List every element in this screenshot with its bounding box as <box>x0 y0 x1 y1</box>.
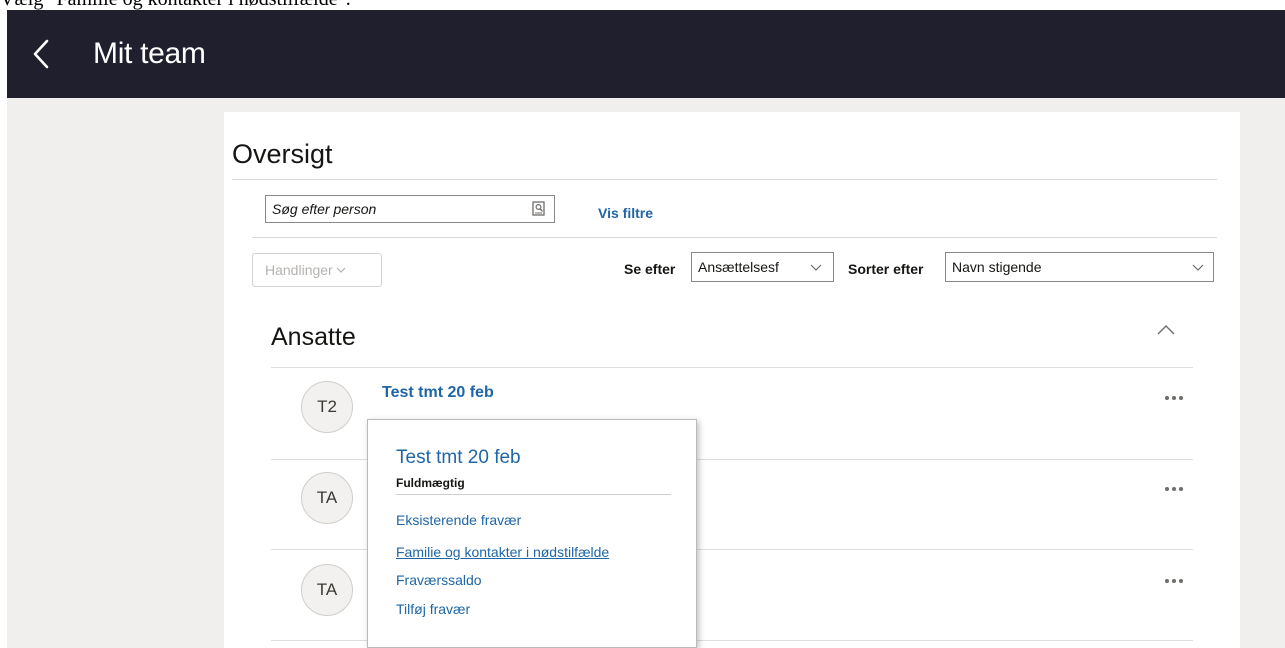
actions-label: Handlinger <box>265 262 333 278</box>
row-divider <box>271 367 1193 368</box>
more-options-icon[interactable] <box>1164 578 1186 584</box>
divider <box>232 179 1217 180</box>
sort-label: Sorter efter <box>848 261 924 277</box>
popup-person-name[interactable]: Test tmt 20 feb <box>396 447 521 469</box>
avatar[interactable]: T2 <box>301 381 353 433</box>
view-label: Se efter <box>624 261 676 277</box>
chevron-down-icon <box>810 264 822 271</box>
avatar[interactable]: TA <box>301 472 353 524</box>
divider <box>252 237 1217 238</box>
chevron-down-icon <box>336 267 346 273</box>
show-filters-link[interactable]: Vis filtre <box>598 205 653 221</box>
family-emergency-contacts-link[interactable]: Familie og kontakter i nødstilfælde <box>396 544 609 560</box>
search-input[interactable] <box>272 199 522 219</box>
existing-absence-link[interactable]: Eksisterende fravær <box>396 512 521 528</box>
sort-select[interactable]: Navn stigende <box>945 252 1214 282</box>
overview-title: Oversigt <box>232 139 333 169</box>
person-popup: Test tmt 20 feb Fuldmægtig Eksisterende … <box>367 419 697 648</box>
absence-balance-link[interactable]: Fraværssaldo <box>396 572 482 588</box>
search-field[interactable] <box>265 195 555 223</box>
more-options-icon[interactable] <box>1164 395 1186 401</box>
add-absence-link[interactable]: Tilføj fravær <box>396 601 470 617</box>
actions-button[interactable]: Handlinger <box>252 253 382 287</box>
back-button[interactable] <box>27 36 57 72</box>
more-options-icon[interactable] <box>1164 486 1186 492</box>
chevron-up-icon[interactable] <box>1157 324 1175 336</box>
chevron-down-icon <box>1192 264 1204 271</box>
employee-name-link[interactable]: Test tmt 20 feb <box>382 384 494 402</box>
sort-select-value: Navn stigende <box>952 259 1042 275</box>
view-select[interactable]: Ansættelsesf <box>691 252 834 282</box>
person-search-icon[interactable] <box>532 201 546 217</box>
view-select-value: Ansættelsesf <box>698 259 779 275</box>
avatar[interactable]: TA <box>301 564 353 616</box>
app-header: Mit team <box>7 10 1285 98</box>
section-title: Ansatte <box>271 323 356 351</box>
chevron-left-icon <box>33 39 49 69</box>
page-title: Mit team <box>93 37 206 70</box>
popup-person-title: Fuldmægtig <box>396 476 465 490</box>
divider <box>396 494 671 495</box>
